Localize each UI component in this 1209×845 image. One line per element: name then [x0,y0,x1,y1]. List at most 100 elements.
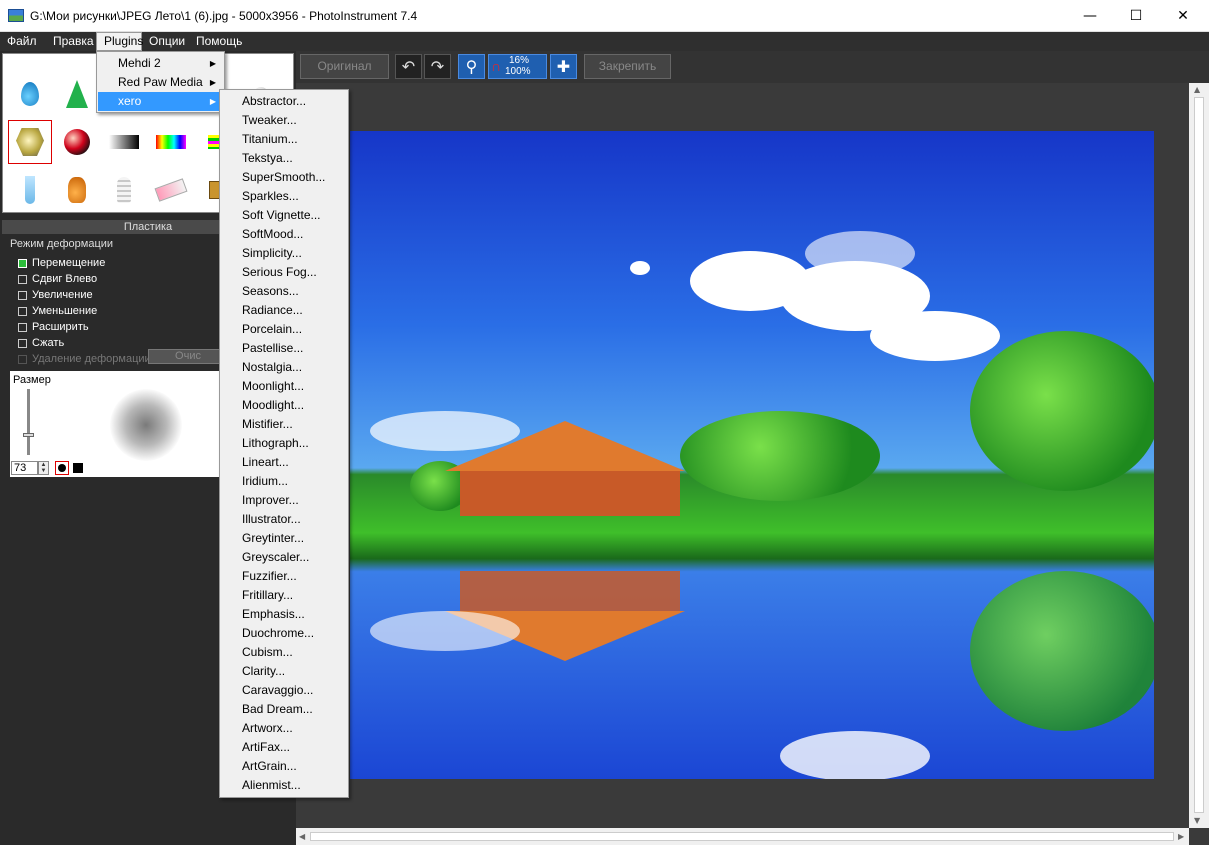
xero-menu-item[interactable]: Fuzzifier... [221,567,347,586]
menu-edit[interactable]: Правка [46,32,96,51]
xero-menu-item[interactable]: Tweaker... [221,111,347,130]
xero-menu-item[interactable]: Pastellise... [221,339,347,358]
xero-menu-item[interactable]: Artworx... [221,719,347,738]
scroll-left-icon[interactable]: ◀ [299,832,305,841]
menu-file[interactable]: Файл [0,32,46,51]
xero-menu-item[interactable]: Sparkles... [221,187,347,206]
xero-menu-item[interactable]: ArtiFax... [221,738,347,757]
xero-menu-item[interactable]: Moodlight... [221,396,347,415]
submenu-arrow-icon: ▶ [209,97,216,106]
xero-menu-item[interactable]: Clarity... [221,662,347,681]
horizontal-scrollbar[interactable]: ◀ ▶ [296,828,1189,845]
plugins-menu-item-xero[interactable]: xero ▶ [98,92,223,111]
scroll-down-icon[interactable]: ▼ [1194,816,1200,825]
scroll-up-icon[interactable]: ▲ [1194,85,1200,94]
size-input[interactable]: 73 [11,461,38,475]
eraser-icon [154,178,188,202]
vertical-scroll-thumb[interactable] [1194,97,1204,813]
brush-hard-button[interactable] [73,463,83,473]
canvas-area[interactable] [296,83,1189,828]
xero-menu-item[interactable]: Fritillary... [221,586,347,605]
size-slider[interactable] [27,389,30,455]
xero-menu-item[interactable]: Emphasis... [221,605,347,624]
zoom-out-button[interactable]: ⚲ [458,54,485,79]
xero-menu-item[interactable]: Seasons... [221,282,347,301]
xero-menu-item[interactable]: ArtGrain... [221,757,347,776]
tool-bulb[interactable] [102,168,146,212]
scroll-right-icon[interactable]: ▶ [1178,832,1184,841]
xero-menu-item[interactable]: Lithograph... [221,434,347,453]
checkbox[interactable] [18,322,27,332]
xero-menu-item[interactable]: Greytinter... [221,529,347,548]
checkbox[interactable] [18,274,27,284]
mode-compress[interactable]: Сжать [18,335,64,351]
xero-menu-item[interactable]: Radiance... [221,301,347,320]
size-spinner[interactable]: ▲ ▼ [38,461,49,475]
xero-menu-item[interactable]: Cubism... [221,643,347,662]
mode-move[interactable]: Перемещение [18,255,105,271]
tool-gradient-bw[interactable] [102,120,146,164]
xero-menu-item[interactable]: Moonlight... [221,377,347,396]
xero-menu-item[interactable]: Porcelain... [221,320,347,339]
redo-button[interactable]: ↷ [424,54,451,79]
xero-menu-item[interactable]: Soft Vignette... [221,206,347,225]
mode-expand[interactable]: Расширить [18,319,89,335]
xero-menu-item[interactable]: Greyscaler... [221,548,347,567]
mode-shrink[interactable]: Уменьшение [18,303,97,319]
tool-gradient-color[interactable] [149,120,193,164]
xero-menu-item[interactable]: Bad Dream... [221,700,347,719]
tool-sharpen-cone[interactable] [55,72,99,116]
xero-menu-item[interactable]: Improver... [221,491,347,510]
photo-landscape[interactable] [350,131,1154,779]
xero-menu-item[interactable]: Serious Fog... [221,263,347,282]
lock-button[interactable]: Закрепить [584,54,671,79]
tool-tube[interactable] [8,168,52,212]
original-button[interactable]: Оригинал [300,54,389,79]
checkbox[interactable] [18,338,27,348]
xero-menu-item[interactable]: SuperSmooth... [221,168,347,187]
tool-bottle[interactable] [55,168,99,212]
undo-button[interactable]: ↶ [395,54,422,79]
xero-menu-item[interactable]: SoftMood... [221,225,347,244]
xero-menu-item[interactable]: Illustrator... [221,510,347,529]
xero-menu-item[interactable]: Mistifier... [221,415,347,434]
mode-label: Уменьшение [32,305,98,317]
xero-menu-item[interactable]: Nostalgia... [221,358,347,377]
menu-plugins[interactable]: Plugins [96,32,143,51]
zoom-in-button[interactable]: ✚ [550,54,577,79]
xero-menu-item[interactable]: Iridium... [221,472,347,491]
size-slider-thumb[interactable] [23,433,34,437]
mode-enlarge[interactable]: Увеличение [18,287,93,303]
zoom-full: 100% [505,66,531,77]
tool-red-eye[interactable] [55,120,99,164]
menu-options[interactable]: Опции [142,32,189,51]
xero-menu-item[interactable]: Duochrome... [221,624,347,643]
cloud [870,311,1000,361]
xero-menu-item[interactable]: Alienmist... [221,776,347,795]
xero-menu-item[interactable]: Tekstya... [221,149,347,168]
tool-liquify[interactable] [8,120,52,164]
xero-menu-item[interactable]: Titanium... [221,130,347,149]
horizontal-scroll-thumb[interactable] [310,832,1174,841]
xero-menu-item[interactable]: Lineart... [221,453,347,472]
zoom-readout[interactable]: ∩ 16% 100% [488,54,547,79]
submenu-arrow-icon: ▶ [209,78,216,87]
xero-menu-item[interactable]: Simplicity... [221,244,347,263]
close-button[interactable]: ✕ [1160,0,1206,32]
checkbox[interactable] [18,306,27,316]
vertical-scrollbar[interactable]: ▲ ▼ [1189,83,1209,828]
plugins-menu-item-mehdi[interactable]: Mehdi 2 ▶ [98,54,223,73]
xero-menu-item[interactable]: Caravaggio... [221,681,347,700]
plugins-menu-item-redpaw[interactable]: Red Paw Media ▶ [98,73,223,92]
xero-menu-item[interactable]: Abstractor... [221,92,347,111]
menu-help[interactable]: Помощь [189,32,249,51]
maximize-button[interactable]: ☐ [1113,0,1159,32]
checkbox[interactable] [18,290,27,300]
checkbox[interactable] [18,258,27,268]
brush-soft-button[interactable] [55,461,69,475]
tool-eraser[interactable] [149,168,193,212]
zoom-in-icon: ✚ [556,57,571,76]
mode-shift-left[interactable]: Сдвиг Влево [18,271,97,287]
minimize-button[interactable]: — [1067,0,1113,32]
tool-blur-drop[interactable] [8,72,52,116]
